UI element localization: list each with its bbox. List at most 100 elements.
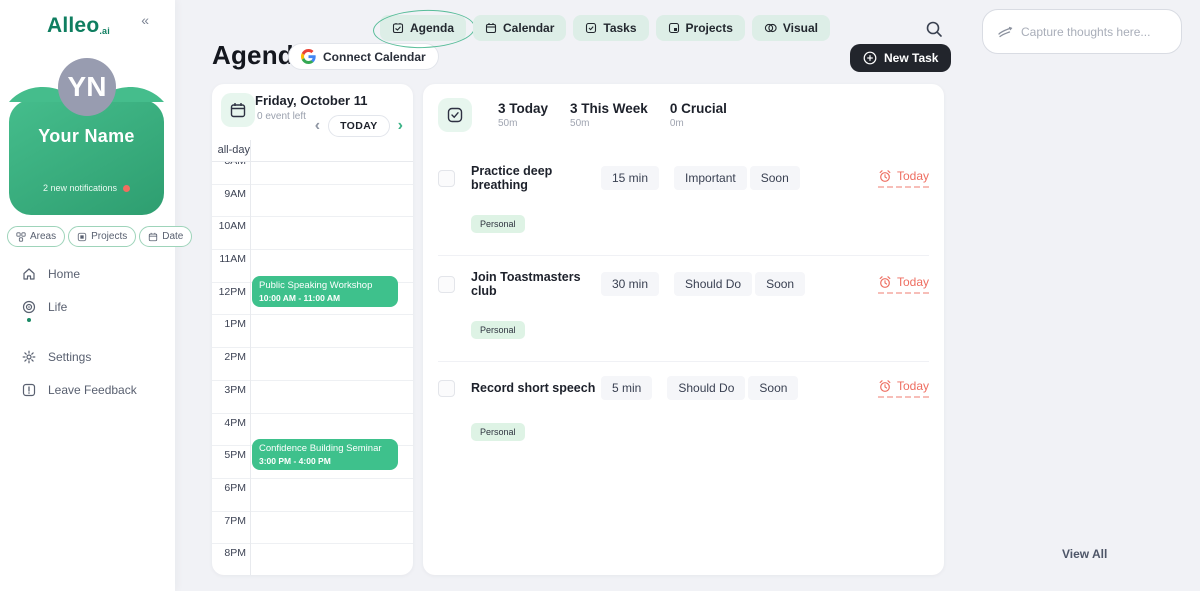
hour-row[interactable]: 10AM — [212, 217, 413, 250]
calendar-panel: Friday, October 11 0 event left ‹ TODAY … — [212, 84, 413, 575]
sidebar-item-life[interactable]: Life — [22, 298, 162, 316]
notifications[interactable]: 2 new notifications — [9, 183, 164, 193]
tab-visual[interactable]: Visual — [752, 15, 830, 41]
task-due-label: Today — [897, 379, 929, 393]
sidebar-item-settings[interactable]: Settings — [22, 348, 162, 366]
today-button[interactable]: TODAY — [328, 115, 390, 137]
task-duration-chip[interactable]: 15 min — [601, 166, 659, 190]
home-icon — [22, 267, 36, 281]
stat-this-week: 3 This Week 50m — [570, 101, 648, 129]
gear-icon — [22, 350, 36, 364]
tab-label: Agenda — [410, 21, 454, 35]
alarm-icon — [878, 379, 892, 393]
areas-icon — [16, 232, 26, 242]
sidebar-item-leave-feedback[interactable]: Leave Feedback — [22, 381, 162, 399]
calendar-icon — [485, 22, 497, 34]
feedback-icon — [22, 383, 36, 397]
sidebar-item-home[interactable]: Home — [22, 265, 162, 283]
search-icon[interactable] — [924, 19, 944, 39]
task-due-label: Today — [897, 275, 929, 289]
hour-row[interactable]: 1PM — [212, 315, 413, 348]
hour-row[interactable]: 2PM — [212, 348, 413, 381]
prev-day-icon[interactable]: ‹ — [315, 118, 320, 134]
all-day-row[interactable]: all-day — [212, 140, 413, 162]
stat-count: 3 Today — [498, 101, 548, 116]
task-row: Practice deep breathing 15 min Important… — [438, 150, 929, 256]
hour-label: 2PM — [212, 351, 246, 363]
hour-label: 7PM — [212, 515, 246, 527]
tab-calendar[interactable]: Calendar — [473, 15, 566, 41]
projects-icon — [77, 232, 87, 242]
task-tag[interactable]: Personal — [471, 215, 525, 233]
hour-row[interactable]: 3PM — [212, 381, 413, 414]
task-checkbox[interactable] — [438, 276, 455, 293]
hour-label: 3PM — [212, 384, 246, 396]
task-due[interactable]: Today — [878, 275, 929, 294]
life-indicator-dot — [27, 318, 31, 322]
hour-row[interactable]: 7PM — [212, 512, 413, 545]
calendar-nav: ‹ TODAY › — [315, 115, 403, 137]
sidebar-item-label: Leave Feedback — [48, 383, 137, 397]
venn-icon — [764, 22, 777, 34]
alarm-icon — [878, 275, 892, 289]
next-day-icon[interactable]: › — [398, 118, 403, 134]
sidebar-item-label: Settings — [48, 350, 91, 364]
filter-areas-label: Areas — [30, 231, 56, 242]
tab-label: Tasks — [603, 21, 636, 35]
calendar-event[interactable]: Confidence Building Seminar 3:00 PM - 4:… — [252, 439, 398, 470]
task-priority-chip[interactable]: Should Do — [667, 376, 745, 400]
hour-label: 11AM — [212, 253, 246, 265]
notifications-label: 2 new notifications — [43, 183, 117, 193]
task-due[interactable]: Today — [878, 169, 929, 188]
task-priority-chip[interactable]: Important — [674, 166, 747, 190]
tasks-summary: 3 Today 50m 3 This Week 50m 0 Crucial 0m — [438, 98, 749, 132]
event-title: Confidence Building Seminar — [259, 443, 391, 455]
filter-date[interactable]: Date — [139, 226, 192, 247]
task-tag[interactable]: Personal — [471, 321, 525, 339]
hour-row[interactable]: 9AM — [212, 185, 413, 218]
new-task-button[interactable]: New Task — [850, 44, 951, 72]
connect-calendar-button[interactable]: Connect Calendar — [288, 43, 439, 70]
sidebar-collapse-icon[interactable]: « — [141, 12, 149, 28]
check-square-icon — [585, 22, 597, 34]
avatar[interactable]: YN — [58, 58, 116, 116]
view-all-link[interactable]: View All — [1062, 547, 1107, 561]
hour-row[interactable]: 6PM — [212, 479, 413, 512]
task-tag[interactable]: Personal — [471, 423, 525, 441]
task-when-chip[interactable]: Soon — [755, 272, 805, 296]
tab-label: Visual — [783, 21, 818, 35]
task-list: Practice deep breathing 15 min Important… — [438, 150, 929, 468]
task-row: Record short speech 5 min Should Do Soon… — [438, 362, 929, 468]
task-when-chip[interactable]: Soon — [748, 376, 798, 400]
logo-suffix: .ai — [99, 26, 110, 36]
task-priority-chip[interactable]: Should Do — [674, 272, 752, 296]
hour-label: 10AM — [212, 220, 246, 232]
filter-projects-label: Projects — [91, 231, 127, 242]
stat-duration: 0m — [670, 118, 727, 129]
task-title: Practice deep breathing — [471, 164, 601, 192]
tab-agenda[interactable]: Agenda — [380, 15, 466, 41]
task-when-chip[interactable]: Soon — [750, 166, 800, 190]
capture-thoughts-input[interactable] — [1021, 25, 1161, 39]
filter-projects[interactable]: Projects — [68, 226, 136, 247]
task-checkbox[interactable] — [438, 380, 455, 397]
tab-tasks[interactable]: Tasks — [573, 15, 648, 41]
calendar-icon — [148, 232, 158, 242]
user-name: Your Name — [9, 126, 164, 147]
filter-areas[interactable]: Areas — [7, 226, 65, 247]
tab-label: Projects — [686, 21, 733, 35]
task-duration-chip[interactable]: 5 min — [601, 376, 652, 400]
calendar-event[interactable]: Public Speaking Workshop 10:00 AM - 11:0… — [252, 276, 398, 307]
task-checkbox[interactable] — [438, 170, 455, 187]
hour-row[interactable]: 8PM — [212, 544, 413, 575]
stat-count: 0 Crucial — [670, 101, 727, 116]
event-time: 3:00 PM - 4:00 PM — [259, 456, 391, 466]
tab-projects[interactable]: Projects — [656, 15, 745, 41]
task-due[interactable]: Today — [878, 379, 929, 398]
hour-label: 12PM — [212, 286, 246, 298]
avatar-initials: YN — [68, 71, 107, 103]
filter-date-label: Date — [162, 231, 183, 242]
task-duration-chip[interactable]: 30 min — [601, 272, 659, 296]
all-day-label: all-day — [218, 144, 250, 156]
event-title: Public Speaking Workshop — [259, 280, 391, 292]
